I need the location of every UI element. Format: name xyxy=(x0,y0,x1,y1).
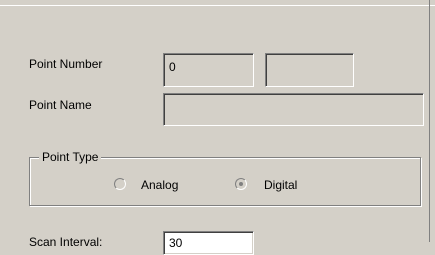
point-number-label: Point Number xyxy=(29,57,103,71)
digital-radio-label[interactable]: Digital xyxy=(264,178,297,192)
analog-radio-label[interactable]: Analog xyxy=(141,178,178,192)
point-number-value: 0 xyxy=(169,60,176,74)
analog-radio[interactable] xyxy=(114,178,126,190)
point-type-title: Point Type xyxy=(39,150,102,164)
scan-interval-value: 30 xyxy=(169,236,183,250)
scan-interval-field[interactable]: 30 xyxy=(163,231,254,255)
dialog-right-edge xyxy=(429,0,430,242)
point-number-field[interactable]: 0 xyxy=(163,53,254,87)
point-type-groupbox xyxy=(29,157,421,206)
point-name-field[interactable] xyxy=(163,93,424,126)
point-name-label: Point Name xyxy=(29,98,92,112)
digital-radio-selected-dot xyxy=(239,182,243,186)
dialog-top-highlight xyxy=(0,5,435,6)
point-number-secondary-field[interactable] xyxy=(265,53,354,87)
scan-interval-label: Scan Interval: xyxy=(29,235,103,249)
digital-radio[interactable] xyxy=(235,178,247,190)
